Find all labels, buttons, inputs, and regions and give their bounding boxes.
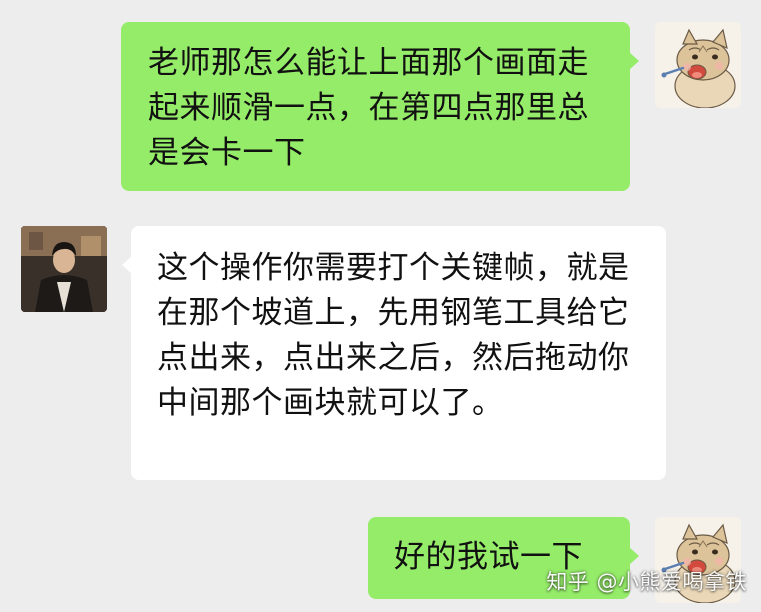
message-bubble-received[interactable]: 这个操作你需要打个关键帧，就是在那个坡道上，先用钢笔工具给它点出来，点出来之后，… (122, 226, 666, 480)
message-text: 老师那怎么能让上面那个画面走起来顺滑一点，在第四点那里总是会卡一下 (148, 45, 589, 171)
message-bubble-sent[interactable]: 老师那怎么能让上面那个画面走起来顺滑一点，在第四点那里总是会卡一下 (121, 22, 639, 191)
person-photo-icon (21, 226, 107, 312)
user-avatar[interactable] (21, 226, 107, 312)
chat-window: 老师那怎么能让上面那个画面走起来顺滑一点，在第四点那里总是会卡一下 这个操作你需… (0, 0, 761, 612)
message-text: 这个操作你需要打个关键帧，就是在那个坡道上，先用钢笔工具给它点出来，点出来之后，… (157, 250, 630, 421)
cat-sticker-icon (655, 22, 741, 108)
zhihu-watermark: 知乎 @小熊爱喝拿铁 (546, 570, 747, 594)
cat-avatar[interactable] (655, 22, 741, 108)
